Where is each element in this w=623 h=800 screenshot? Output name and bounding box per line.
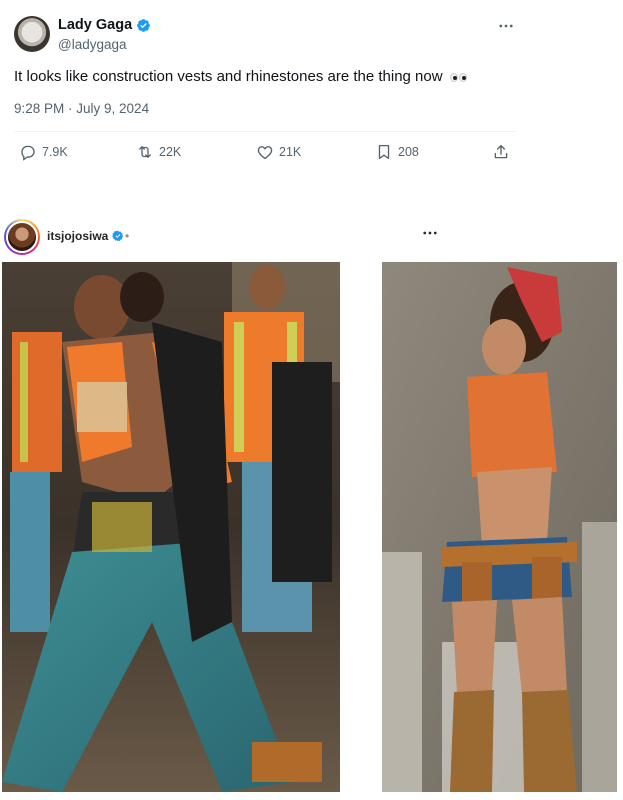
author-name[interactable]: Lady Gaga — [58, 17, 132, 33]
share-button[interactable] — [492, 143, 510, 161]
tweet-card: Lady Gaga @ladygaga It looks like constr… — [0, 0, 520, 175]
instagram-username-row[interactable]: itsjojosiwa — [47, 229, 124, 243]
more-horizontal-icon[interactable] — [497, 17, 515, 35]
instagram-avatar[interactable] — [4, 219, 40, 255]
repost-icon — [139, 146, 151, 158]
separator-dot: • — [125, 229, 130, 243]
like-button[interactable]: 21K — [256, 143, 301, 161]
divider — [14, 131, 516, 132]
dancer-illustration — [382, 262, 617, 792]
bookmark-icon — [378, 144, 390, 160]
repost-button[interactable]: 22K — [136, 143, 181, 161]
tweet-timestamp[interactable]: 9:28 PM · July 9, 2024 — [14, 101, 149, 116]
verified-badge-icon — [137, 18, 151, 32]
tweet-body: It looks like construction vests and rhi… — [14, 68, 443, 85]
more-horizontal-icon[interactable] — [421, 224, 439, 242]
verified-badge-icon — [112, 230, 124, 242]
post-photo-left[interactable] — [2, 262, 340, 792]
reply-button[interactable]: 7.9K — [19, 143, 68, 161]
like-icon — [257, 146, 273, 160]
like-count: 21K — [279, 145, 302, 159]
tweet-actions: 7.9K 22K 21K 208 — [0, 143, 520, 167]
dance-scene-illustration — [2, 262, 340, 792]
author-avatar[interactable] — [14, 16, 50, 52]
author-name-row[interactable]: Lady Gaga — [58, 17, 151, 33]
reply-icon — [21, 145, 35, 161]
bookmark-count: 208 — [398, 145, 419, 159]
bookmark-button[interactable]: 208 — [375, 143, 419, 161]
eyes-emoji-icon — [449, 72, 467, 82]
author-handle[interactable]: @ladygaga — [58, 37, 127, 52]
tweet-text: It looks like construction vests and rhi… — [14, 68, 467, 85]
repost-count: 22K — [159, 145, 182, 159]
share-icon — [494, 144, 508, 159]
instagram-username[interactable]: itsjojosiwa — [47, 229, 108, 243]
reply-count: 7.9K — [42, 145, 68, 159]
post-photo-right[interactable] — [382, 262, 617, 792]
